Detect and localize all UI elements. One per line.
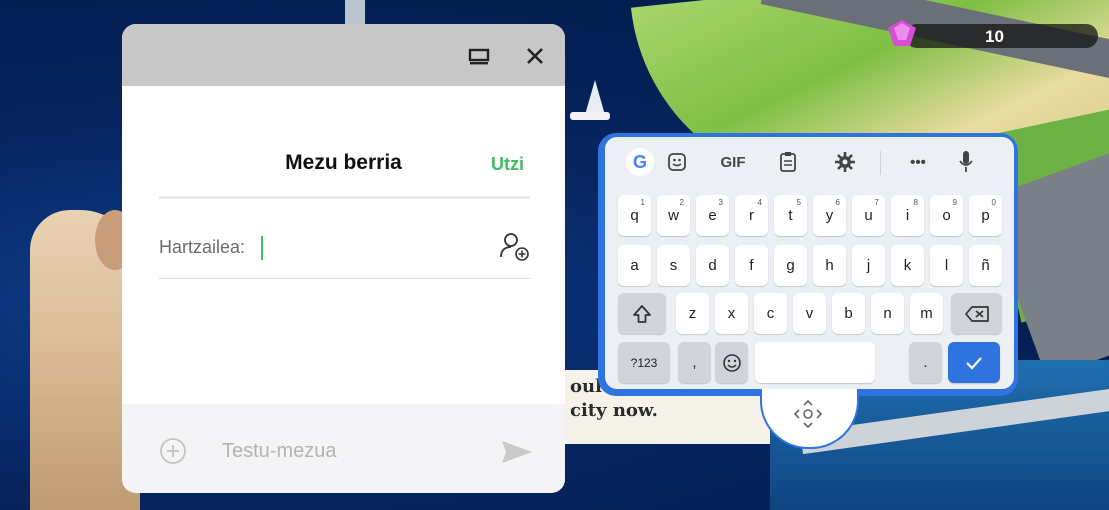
key-y[interactable]: y6	[813, 195, 846, 236]
key-hint: 9	[952, 198, 957, 207]
gear-icon	[835, 152, 855, 172]
shift-icon	[633, 304, 651, 323]
key-hint: 0	[991, 198, 996, 207]
key-m[interactable]: m	[910, 293, 943, 334]
key-label: p	[981, 207, 990, 224]
key-label: w	[668, 207, 679, 224]
close-icon	[527, 48, 543, 64]
toolbar-divider	[880, 151, 881, 175]
key-hint: 8	[913, 198, 918, 207]
gif-button[interactable]: GIF	[713, 149, 753, 175]
key-hint: 5	[796, 198, 801, 207]
new-message-dialog: Mezu berria Utzi Hartzailea:	[122, 24, 565, 493]
period-key[interactable]: .	[909, 342, 942, 383]
key-l[interactable]: l	[930, 245, 963, 286]
sticker-icon	[668, 153, 686, 171]
sticker-button[interactable]	[665, 149, 689, 175]
key-label: t	[788, 207, 793, 224]
dialogue-line-2: city now.	[570, 400, 658, 421]
key-r[interactable]: r4	[735, 195, 768, 236]
key-label: i	[905, 207, 910, 224]
symbols-key[interactable]: ?123	[618, 342, 670, 383]
key-j[interactable]: j	[852, 245, 885, 286]
microphone-icon	[959, 151, 973, 172]
window-icon	[468, 48, 490, 65]
emoji-icon	[722, 353, 741, 372]
key-o[interactable]: o9	[930, 195, 963, 236]
spacebar-key[interactable]	[755, 342, 875, 383]
sailboat-sail	[585, 80, 605, 115]
sailboat-hull	[570, 112, 610, 120]
close-button[interactable]	[523, 44, 547, 68]
emoji-key[interactable]	[715, 342, 748, 383]
key-hint: 1	[640, 198, 645, 207]
onscreen-keyboard: G GIF ••• q 1 w 2 e 3 r 4 t 5 y 6 u 7 i …	[605, 137, 1014, 389]
key-label: e	[708, 207, 717, 224]
keyboard-toolbar: G GIF •••	[605, 137, 1014, 187]
key-hint: 2	[679, 198, 684, 207]
key-w[interactable]: w2	[657, 195, 690, 236]
backspace-icon	[964, 305, 989, 322]
key-v[interactable]: v	[793, 293, 826, 334]
enter-key[interactable]	[948, 342, 1000, 383]
minimize-window-button[interactable]	[467, 44, 491, 68]
move-icon[interactable]	[793, 400, 823, 428]
key-n[interactable]: n	[871, 293, 904, 334]
dialog-titlebar	[122, 24, 565, 86]
message-input[interactable]	[222, 438, 482, 464]
cancel-button[interactable]: Utzi	[491, 154, 524, 175]
text-cursor	[261, 236, 263, 260]
key-a[interactable]: a	[618, 245, 651, 286]
key-e[interactable]: e3	[696, 195, 729, 236]
key-d[interactable]: d	[696, 245, 729, 286]
divider	[159, 196, 530, 199]
key-label: o	[942, 207, 951, 224]
key-t[interactable]: t5	[774, 195, 807, 236]
comma-key[interactable]: ,	[678, 342, 711, 383]
key-q[interactable]: q1	[618, 195, 651, 236]
checkmark-icon	[966, 356, 982, 370]
key-hint: 7	[874, 198, 879, 207]
gem-icon	[888, 20, 916, 46]
key-hint: 4	[757, 198, 762, 207]
add-attachment-icon[interactable]	[159, 437, 187, 465]
key-b[interactable]: b	[832, 293, 865, 334]
key-label: y	[825, 207, 834, 224]
more-options-button[interactable]: •••	[903, 149, 933, 175]
google-button[interactable]: G	[623, 148, 657, 176]
key-s[interactable]: s	[657, 245, 690, 286]
key-f[interactable]: f	[735, 245, 768, 286]
key-u[interactable]: u7	[852, 195, 885, 236]
clipboard-button[interactable]	[777, 149, 799, 175]
backspace-key[interactable]	[951, 293, 1002, 334]
key-n-tilde[interactable]: ñ	[969, 245, 1002, 286]
key-label: u	[864, 207, 873, 224]
key-hint: 3	[718, 198, 723, 207]
key-c[interactable]: c	[754, 293, 787, 334]
key-p[interactable]: p0	[969, 195, 1002, 236]
settings-button[interactable]	[833, 149, 857, 175]
gem-count: 10	[985, 27, 1004, 46]
key-label: q	[630, 207, 639, 224]
clipboard-icon	[780, 152, 796, 172]
key-k[interactable]: k	[891, 245, 924, 286]
key-label: r	[749, 207, 754, 224]
key-g[interactable]: g	[774, 245, 807, 286]
svg-text:G: G	[633, 152, 647, 172]
voice-input-button[interactable]	[955, 149, 977, 175]
key-i[interactable]: i8	[891, 195, 924, 236]
divider	[159, 278, 530, 279]
key-hint: 6	[835, 198, 840, 207]
add-contact-icon[interactable]	[498, 229, 530, 263]
key-x[interactable]: x	[715, 293, 748, 334]
google-icon: G	[626, 148, 654, 176]
shift-key[interactable]	[618, 293, 666, 334]
send-icon[interactable]	[500, 438, 534, 466]
key-h[interactable]: h	[813, 245, 846, 286]
recipient-label[interactable]: Hartzailea:	[159, 237, 245, 258]
key-z[interactable]: z	[676, 293, 709, 334]
